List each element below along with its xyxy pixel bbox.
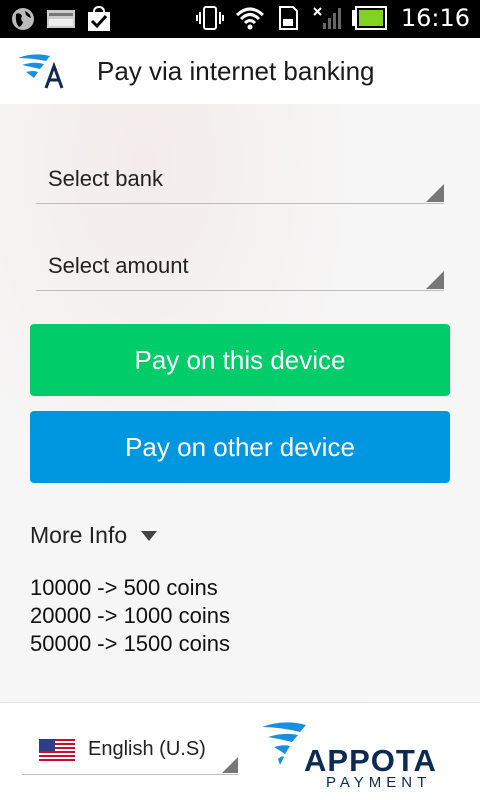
card-icon [47, 10, 75, 28]
language-select[interactable]: English (U.S) [22, 735, 238, 775]
sd-card-icon [278, 6, 298, 30]
amount-select[interactable]: Select amount [36, 239, 444, 291]
status-time: 16:16 [400, 4, 470, 32]
language-label: English (U.S) [88, 738, 206, 760]
bag-check-icon [88, 6, 110, 31]
rate-item: 10000 -> 500 coins [30, 575, 218, 600]
brand-subtitle: PAYMENT [326, 774, 432, 791]
footer: English (U.S) APPOTA PAYMENT [0, 702, 480, 800]
app-header: Pay via internet banking [0, 38, 480, 104]
signal-off-icon [313, 7, 341, 29]
rates-list: 10000 -> 500 coins 20000 -> 1000 coins 5… [30, 574, 230, 658]
caret-down-icon [141, 530, 158, 541]
rate-item: 50000 -> 1500 coins [30, 631, 230, 656]
appota-a-icon [18, 54, 64, 89]
dropdown-corner-icon [426, 184, 444, 202]
status-bar: 16:16 [0, 0, 480, 38]
dropdown-corner-icon [426, 271, 444, 289]
more-info-label: More Info [30, 522, 128, 548]
rate-item: 20000 -> 1000 coins [30, 603, 230, 628]
more-info-toggle[interactable]: More Info [30, 522, 158, 549]
globe-icon [12, 8, 34, 30]
pay-this-device-button[interactable]: Pay on this device [30, 324, 450, 396]
appota-payment-logo: APPOTA PAYMENT [260, 719, 460, 791]
payment-form: Select bank Select amount Pay on this de… [0, 104, 480, 702]
pay-other-device-button[interactable]: Pay on other device [30, 411, 450, 483]
wifi-icon [235, 7, 264, 30]
bank-select[interactable]: Select bank [36, 152, 444, 204]
vibrate-icon [195, 6, 224, 30]
page-title: Pay via internet banking [97, 56, 375, 86]
bank-select-label: Select bank [48, 166, 163, 191]
us-flag-icon [39, 739, 75, 763]
dropdown-corner-icon [222, 757, 238, 773]
amount-select-label: Select amount [48, 253, 189, 278]
battery-icon [351, 6, 387, 30]
